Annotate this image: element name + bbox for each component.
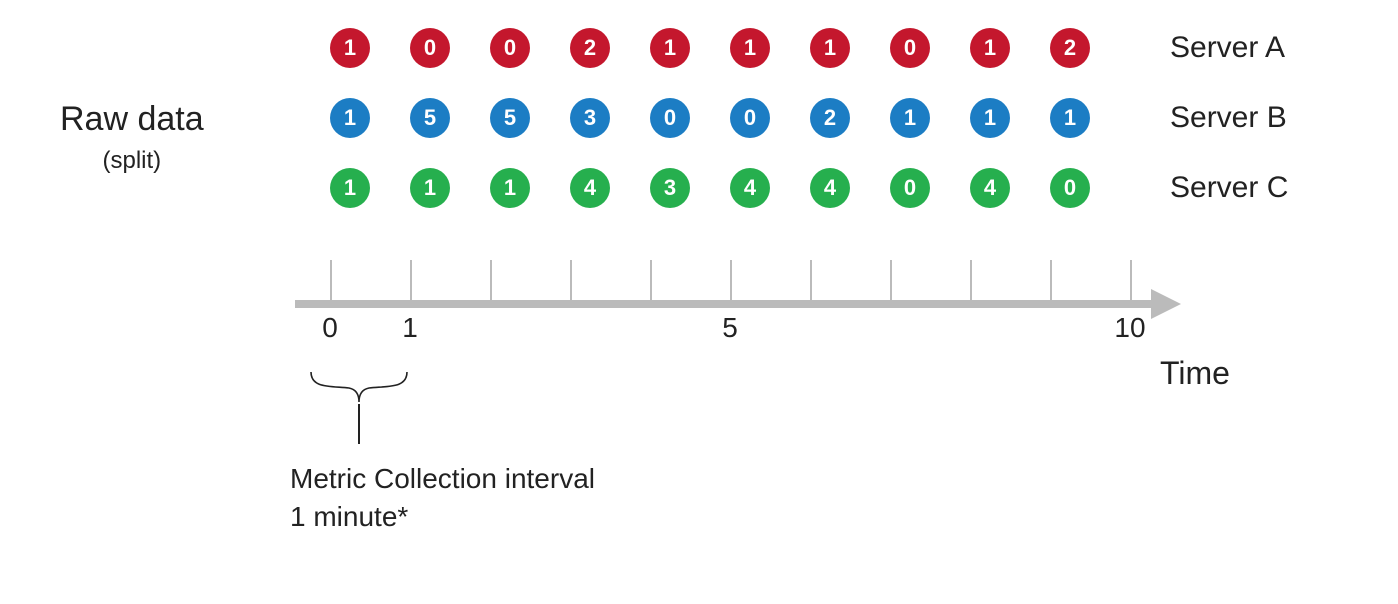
- data-point: 1: [970, 98, 1010, 138]
- data-point: 1: [890, 98, 930, 138]
- series-row: 1002111012Server A: [330, 28, 1288, 68]
- data-point: 0: [730, 98, 770, 138]
- series-label: Server A: [1170, 31, 1285, 65]
- series-label: Server C: [1170, 171, 1288, 205]
- data-point: 0: [650, 98, 690, 138]
- axis-tick: [330, 260, 332, 300]
- annotation-line1: Metric Collection interval: [290, 460, 595, 498]
- axis-tick: [490, 260, 492, 300]
- axis-tick: [570, 260, 572, 300]
- data-point: 3: [650, 168, 690, 208]
- data-point: 4: [730, 168, 770, 208]
- data-point: 1: [730, 28, 770, 68]
- time-axis-label: Time: [1160, 355, 1230, 392]
- axis-tick: [730, 260, 732, 300]
- data-point: 3: [570, 98, 610, 138]
- raw-data-label: Raw data (split): [60, 100, 204, 175]
- time-axis: 01510: [295, 260, 1155, 330]
- data-point: 1: [330, 28, 370, 68]
- raw-data-subtitle: (split): [60, 147, 204, 175]
- axis-tick: [970, 260, 972, 300]
- axis-tick: [1130, 260, 1132, 300]
- axis-tick: [1050, 260, 1052, 300]
- brace-stem: [358, 404, 360, 444]
- axis-tick: [890, 260, 892, 300]
- data-point: 2: [570, 28, 610, 68]
- data-point: 1: [330, 98, 370, 138]
- series-label: Server B: [1170, 101, 1287, 135]
- series-row: 1114344040Server C: [330, 168, 1288, 208]
- series-row: 1553002111Server B: [330, 98, 1288, 138]
- data-point: 1: [970, 28, 1010, 68]
- data-point: 1: [490, 168, 530, 208]
- data-point: 1: [330, 168, 370, 208]
- axis-tick-label: 10: [1114, 312, 1145, 344]
- data-point: 4: [970, 168, 1010, 208]
- data-point: 1: [410, 168, 450, 208]
- data-point: 0: [890, 168, 930, 208]
- axis-tick-label: 5: [722, 312, 738, 344]
- data-point: 4: [570, 168, 610, 208]
- axis-tick: [810, 260, 812, 300]
- annotation-line2: 1 minute*: [290, 498, 595, 536]
- data-point: 1: [810, 28, 850, 68]
- axis-arrow-icon: [1151, 289, 1181, 319]
- data-point: 0: [410, 28, 450, 68]
- raw-data-title: Raw data: [60, 100, 204, 139]
- data-point: 2: [1050, 28, 1090, 68]
- interval-annotation: Metric Collection interval 1 minute*: [290, 460, 595, 536]
- data-rows: 1002111012Server A1553002111Server B1114…: [330, 28, 1288, 238]
- axis-tick-label: 0: [322, 312, 338, 344]
- data-point: 1: [650, 28, 690, 68]
- interval-brace: [304, 370, 414, 444]
- data-point: 0: [890, 28, 930, 68]
- data-point: 1: [1050, 98, 1090, 138]
- axis-tick: [650, 260, 652, 300]
- data-point: 5: [410, 98, 450, 138]
- data-point: 0: [490, 28, 530, 68]
- brace-icon: [309, 370, 409, 404]
- axis-line: [295, 300, 1155, 308]
- axis-tick-label: 1: [402, 312, 418, 344]
- data-point: 5: [490, 98, 530, 138]
- data-point: 0: [1050, 168, 1090, 208]
- axis-tick: [410, 260, 412, 300]
- data-point: 4: [810, 168, 850, 208]
- data-point: 2: [810, 98, 850, 138]
